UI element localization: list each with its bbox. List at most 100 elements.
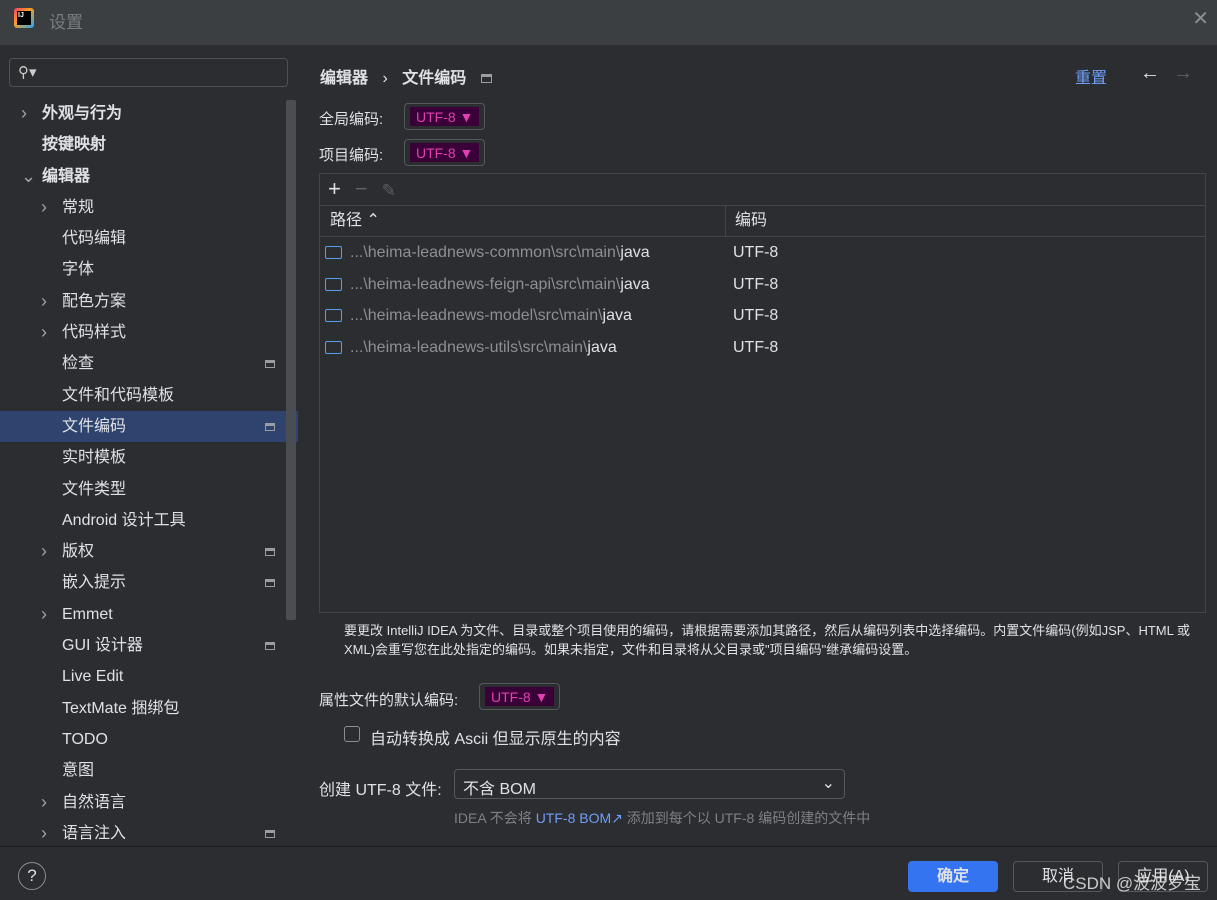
table-row[interactable]: ...\heima-leadnews-feign-api\src\main\ja… (320, 269, 1205, 301)
path-cell: ...\heima-leadnews-model\src\main\java (350, 307, 632, 324)
project-encoding-dropdown[interactable]: UTF-8 ▼ (404, 139, 486, 166)
breadcrumb-separator: › (382, 70, 388, 87)
tree-item[interactable]: Android 设计工具 (0, 505, 298, 536)
tree-item-label: 编辑器 (42, 167, 91, 185)
properties-encoding-label: 属性文件的默认编码: (319, 692, 459, 709)
native-ascii-checkbox[interactable] (344, 726, 360, 742)
tree-item[interactable]: 检查 (0, 348, 298, 379)
tree-item-label: GUI 设计器 (62, 637, 143, 655)
tree-item[interactable]: 文件和代码模板 (0, 380, 298, 411)
utf8-bom-link[interactable]: UTF-8 BOM↗ (536, 810, 623, 826)
tree-item[interactable]: 实时模板 (0, 442, 298, 473)
encoding-cell[interactable]: UTF-8 (733, 300, 778, 331)
tree-item[interactable]: 按键映射 (0, 129, 298, 160)
tree-item[interactable]: › 自然语言 (0, 787, 298, 818)
chevron-down-icon[interactable]: ⌄ (21, 161, 36, 192)
breadcrumb: 编辑器 › 文件编码 (320, 64, 502, 88)
tree-item[interactable]: › 配色方案 (0, 286, 298, 317)
tree-item-label: 文件编码 (62, 417, 127, 435)
reset-link[interactable]: 重置 (1075, 64, 1107, 88)
properties-encoding-dropdown[interactable]: UTF-8 ▼ (479, 683, 561, 710)
tree-item[interactable]: › Emmet (0, 599, 298, 630)
tree-item-label: 语言注入 (62, 824, 127, 842)
add-icon[interactable]: + (328, 176, 341, 201)
chevron-right-icon[interactable]: › (41, 818, 47, 849)
close-icon[interactable]: ✕ (1192, 6, 1209, 31)
sort-ascending-icon: ⌃ (366, 212, 380, 229)
tree-item-label: 代码编辑 (62, 230, 127, 248)
tree-item-label: 按键映射 (42, 136, 107, 154)
tree-item[interactable]: 文件类型 (0, 474, 298, 505)
folder-icon (325, 277, 342, 291)
search-icon: ⚲▾ (18, 64, 37, 81)
path-cell: ...\heima-leadnews-utils\src\main\java (350, 338, 617, 356)
forward-arrow-icon[interactable]: → (1173, 62, 1193, 85)
path-cell: ...\heima-leadnews-feign-api\src\main\ja… (350, 275, 650, 293)
project-scope-icon (265, 422, 275, 431)
chevron-right-icon[interactable]: › (41, 192, 47, 223)
tree-item[interactable]: 嵌入提示 (0, 567, 298, 598)
bom-label: 创建 UTF-8 文件: (319, 782, 442, 799)
tree-item[interactable]: ⌄ 编辑器 (0, 161, 298, 192)
breadcrumb-current: 文件编码 (402, 70, 467, 87)
tree-item-label: 检查 (62, 355, 95, 373)
chevron-right-icon[interactable]: › (41, 317, 47, 348)
table-row[interactable]: ...\heima-leadnews-model\src\main\java UT… (320, 300, 1205, 332)
chevron-right-icon[interactable]: › (41, 599, 47, 630)
encoding-cell[interactable]: UTF-8 (733, 237, 778, 268)
tree-item[interactable]: TextMate 捆绑包 (0, 693, 298, 724)
tree-item[interactable]: TODO (0, 724, 298, 755)
tree-item[interactable]: › 代码样式 (0, 317, 298, 348)
tree-scrollbar[interactable] (286, 100, 296, 620)
folder-icon (325, 340, 342, 354)
tree-item-label: 外观与行为 (42, 105, 123, 122)
table-row[interactable]: ...\heima-leadnews-common\src\main\java U… (320, 237, 1205, 269)
encoding-cell[interactable]: UTF-8 (733, 269, 778, 300)
settings-search-input[interactable]: ⚲▾ (9, 58, 288, 87)
project-encoding-label: 项目编码: (319, 147, 384, 164)
table-row[interactable]: ...\heima-leadnews-utils\src\main\java UT… (320, 332, 1205, 364)
help-button[interactable]: ? (18, 862, 46, 890)
chevron-right-icon[interactable]: › (41, 536, 47, 567)
tree-item-label: 配色方案 (62, 292, 127, 310)
column-header-encoding[interactable]: 编码 (725, 206, 767, 236)
tree-item[interactable]: 字体 (0, 254, 298, 285)
tree-item[interactable]: Live Edit (0, 661, 298, 692)
tree-item[interactable]: › 外观与行为 (0, 98, 298, 129)
global-encoding-dropdown[interactable]: UTF-8 ▼ (404, 103, 486, 130)
intellij-logo-icon: IJ (14, 8, 34, 28)
chevron-right-icon[interactable]: › (41, 787, 47, 818)
chevron-right-icon[interactable]: › (41, 286, 47, 317)
tree-item[interactable]: › 常规 (0, 192, 298, 223)
tree-item-label: 意图 (62, 762, 95, 780)
ok-button[interactable]: 确定 (908, 861, 998, 892)
tree-item-label: Android 设计工具 (62, 511, 186, 529)
tree-item-label: 文件和代码模板 (62, 386, 175, 404)
tree-item-label: 嵌入提示 (62, 574, 127, 592)
bom-select[interactable]: 不含 BOM ⌄ (454, 769, 845, 799)
project-scope-icon (265, 829, 275, 838)
tree-item-label: Emmet (62, 605, 113, 623)
edit-pencil-icon[interactable]: ✎ (382, 181, 396, 200)
tree-item-label: 实时模板 (62, 449, 127, 467)
project-scope-icon (480, 74, 492, 84)
table-header: 路径 ⌃ 编码 (320, 206, 1205, 237)
tree-item[interactable]: 意图 (0, 755, 298, 786)
bom-note: IDEA 不会将 UTF-8 BOM↗ 添加到每个以 UTF-8 编码创建的文件… (454, 810, 871, 826)
breadcrumb-parent[interactable]: 编辑器 (320, 70, 368, 87)
tree-item[interactable]: › 版权 (0, 536, 298, 567)
tree-item[interactable]: 文件编码 (0, 410, 298, 443)
tree-item-label: 代码样式 (62, 324, 127, 342)
tree-item[interactable]: 代码编辑 (0, 223, 298, 254)
back-arrow-icon[interactable]: ← (1140, 62, 1160, 85)
tree-item[interactable]: › 语言注入 (0, 818, 298, 849)
column-header-path[interactable]: 路径 ⌃ (330, 206, 380, 236)
remove-icon[interactable]: − (355, 176, 368, 201)
folder-icon (325, 246, 342, 259)
encoding-cell[interactable]: UTF-8 (733, 332, 778, 363)
title-bar: IJ 设置 ✕ (0, 0, 1217, 45)
chevron-right-icon[interactable]: › (21, 98, 27, 129)
table-toolbar: + − ✎ (320, 174, 1205, 206)
tree-item-label: TODO (62, 730, 108, 748)
tree-item[interactable]: GUI 设计器 (0, 630, 298, 661)
